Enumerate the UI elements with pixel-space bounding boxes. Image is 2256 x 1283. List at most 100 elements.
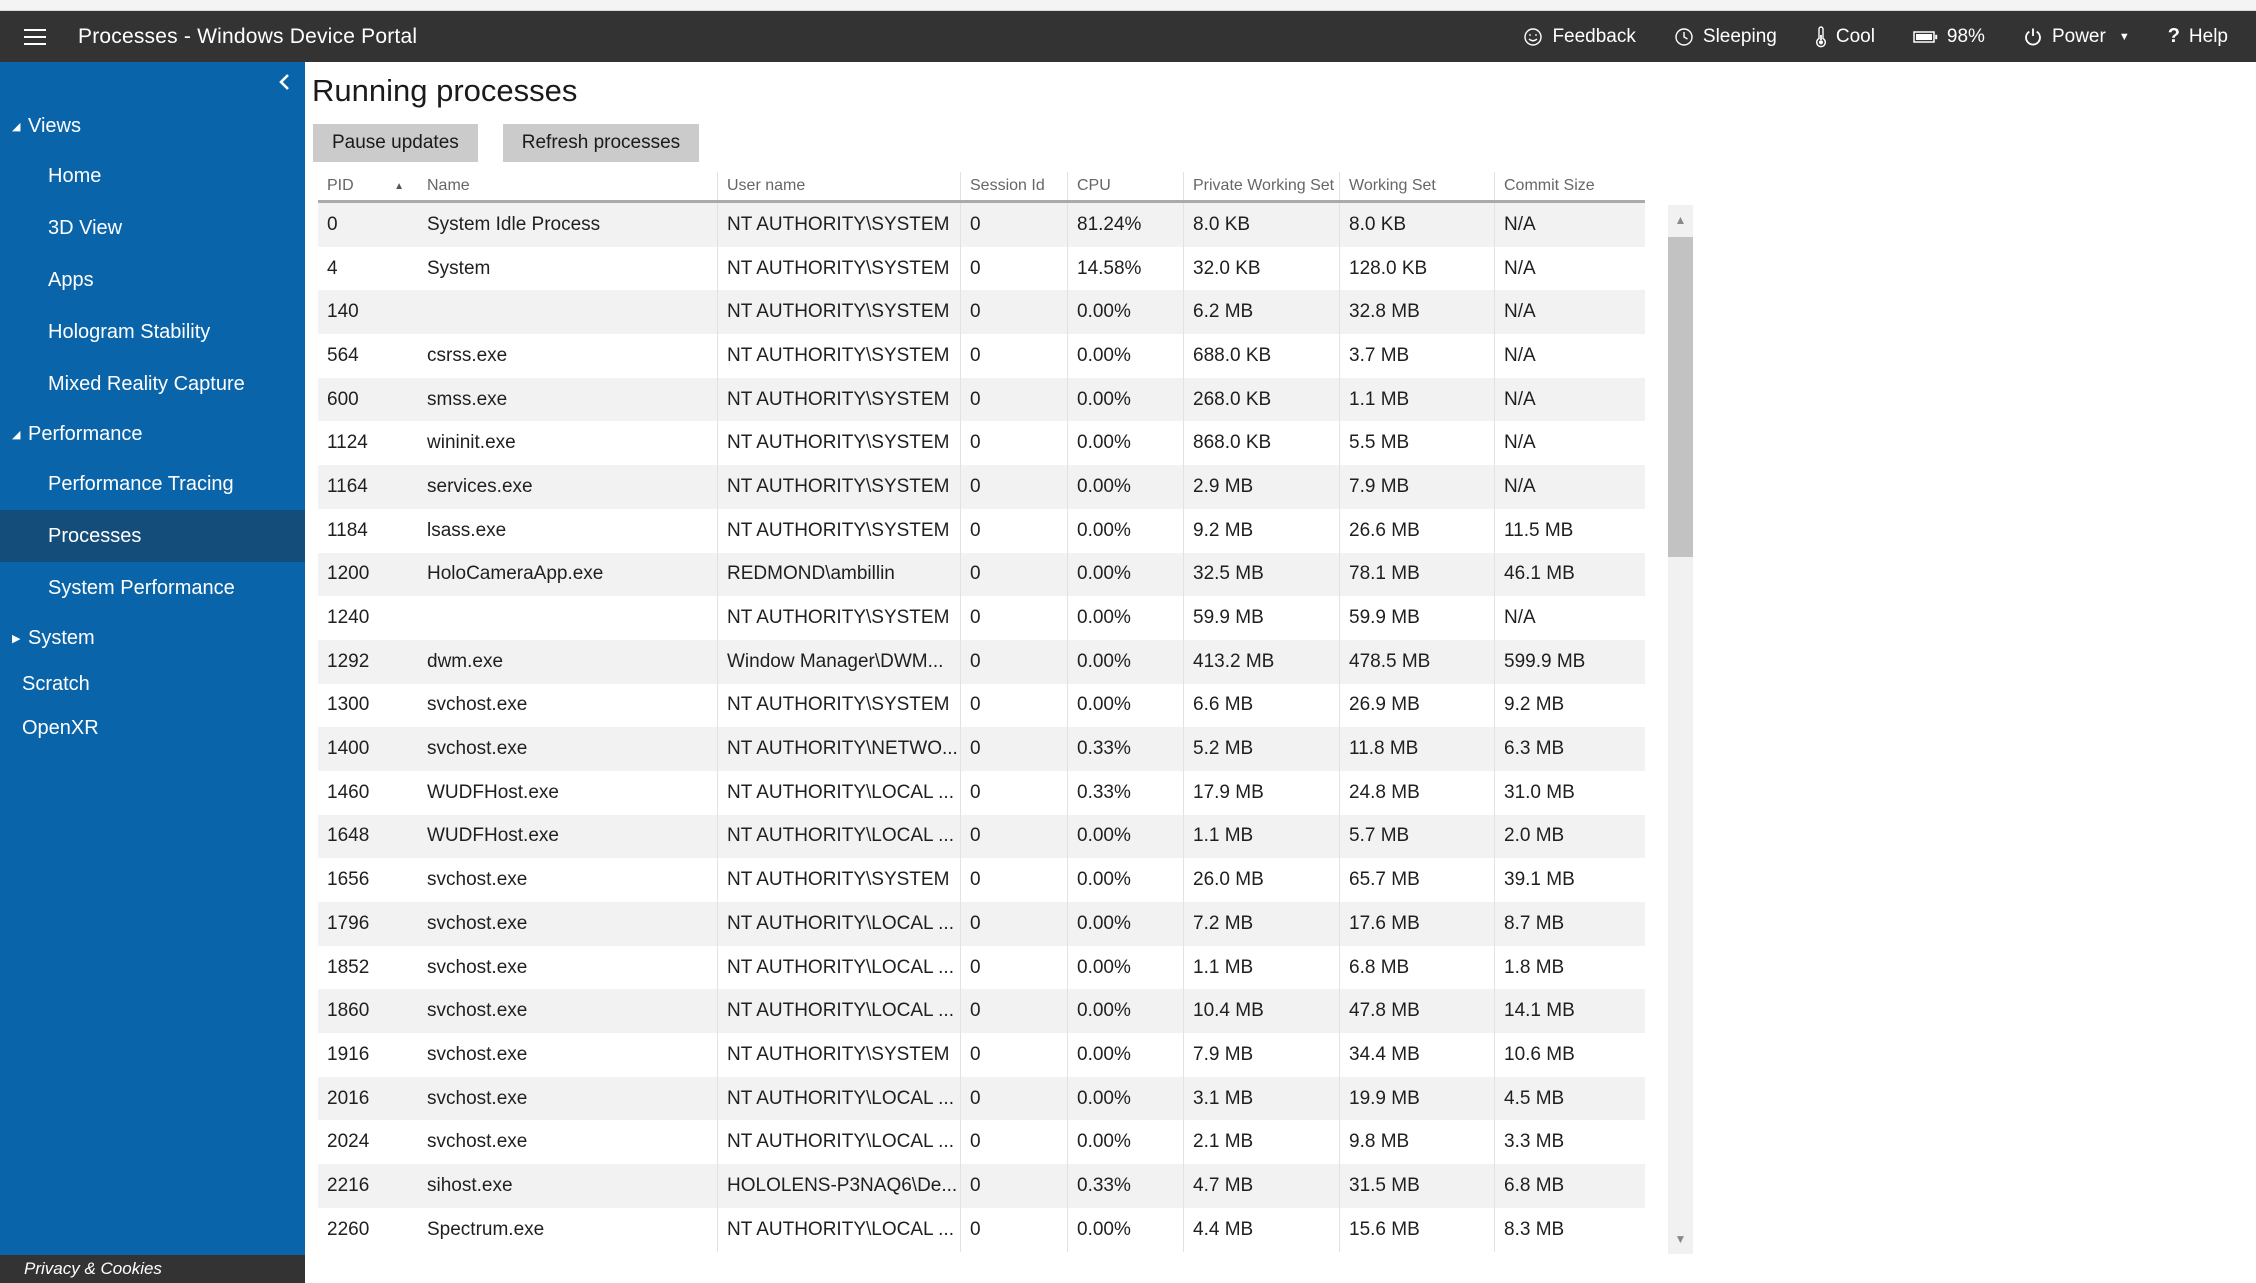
column-header-private-working-set[interactable]: Private Working Set bbox=[1184, 172, 1340, 200]
pause-updates-button[interactable]: Pause updates bbox=[313, 124, 478, 162]
table-row-pid-1852[interactable]: 1852 svchost.exe NT AUTHORITY\LOCAL ... 0 0.… bbox=[318, 945, 1645, 990]
cell-private-working-set: 268.0 KB bbox=[1184, 377, 1340, 422]
cell-name: WUDFHost.exe bbox=[418, 814, 718, 859]
column-header-name[interactable]: Name bbox=[418, 172, 718, 200]
sidebar-item-system-performance[interactable]: System Performance bbox=[0, 562, 305, 614]
table-header-row: PID ▲ Name User name Session Id CPU Private Wo… bbox=[318, 172, 1645, 203]
table-row-pid-2260[interactable]: 2260 Spectrum.exe NT AUTHORITY\LOCAL ... 0 0… bbox=[318, 1207, 1645, 1252]
column-header-cpu[interactable]: CPU bbox=[1068, 172, 1184, 200]
table-row-pid-1916[interactable]: 1916 svchost.exe NT AUTHORITY\SYSTEM 0 0.00%… bbox=[318, 1033, 1645, 1077]
cell-user-name: NT AUTHORITY\SYSTEM bbox=[718, 858, 961, 902]
cell-private-working-set: 688.0 KB bbox=[1184, 334, 1340, 378]
sidebar-item-label: Apps bbox=[48, 268, 94, 291]
cell-name: System Idle Process bbox=[418, 203, 718, 247]
cell-session-id: 0 bbox=[961, 902, 1068, 946]
help-button[interactable]: ? Help bbox=[2168, 25, 2228, 48]
thermal-status-button[interactable]: Cool bbox=[1815, 26, 1875, 48]
column-header-label: Session Id bbox=[970, 177, 1045, 194]
scrollbar-thumb[interactable] bbox=[1668, 237, 1693, 557]
table-row-pid-1240[interactable]: 1240 NT AUTHORITY\SYSTEM 0 0.00% 59.9 MB 59.9… bbox=[318, 596, 1645, 640]
sidebar-item-mixed-reality-capture[interactable]: Mixed Reality Capture bbox=[0, 358, 305, 410]
table-row-pid-1124[interactable]: 1124 wininit.exe NT AUTHORITY\SYSTEM 0 0.00%… bbox=[318, 421, 1645, 466]
cell-pid: 1852 bbox=[327, 956, 370, 978]
cell-session-id: 0 bbox=[961, 421, 1068, 466]
sidebar-item-performance[interactable]: ◢ Performance bbox=[0, 410, 305, 458]
cell-cpu: 0.00% bbox=[1068, 1120, 1184, 1165]
table-row-pid-4[interactable]: 4 System NT AUTHORITY\SYSTEM 0 14.58% 32.0 KB… bbox=[318, 246, 1645, 291]
table-row-pid-1656[interactable]: 1656 svchost.exe NT AUTHORITY\SYSTEM 0 0.00%… bbox=[318, 858, 1645, 902]
sidebar-item-apps[interactable]: Apps bbox=[0, 254, 305, 306]
cell-user-name: NT AUTHORITY\LOCAL ... bbox=[718, 989, 961, 1034]
cell-name: svchost.exe bbox=[418, 858, 718, 902]
cell-working-set: 26.6 MB bbox=[1340, 508, 1495, 553]
table-row-pid-1460[interactable]: 1460 WUDFHost.exe NT AUTHORITY\LOCAL ... 0 0… bbox=[318, 770, 1645, 815]
column-header-commit-size[interactable]: Commit Size bbox=[1495, 172, 1645, 200]
column-header-pid[interactable]: PID ▲ bbox=[318, 172, 418, 200]
cell-working-set: 6.8 MB bbox=[1340, 945, 1495, 990]
processes-table: PID ▲ Name User name Session Id CPU Private Wo… bbox=[318, 172, 1693, 1254]
refresh-processes-button[interactable]: Refresh processes bbox=[502, 124, 700, 162]
cell-session-id: 0 bbox=[961, 246, 1068, 291]
table-row-pid-1164[interactable]: 1164 services.exe NT AUTHORITY\SYSTEM 0 0.00… bbox=[318, 465, 1645, 509]
table-row-pid-140[interactable]: 140 NT AUTHORITY\SYSTEM 0 0.00% 6.2 MB 32.8 M… bbox=[318, 290, 1645, 335]
table-row-pid-1400[interactable]: 1400 svchost.exe NT AUTHORITY\NETWO... 0 0.3… bbox=[318, 727, 1645, 771]
power-menu-button[interactable]: Power ▼ bbox=[2023, 26, 2130, 48]
cell-user-name: NT AUTHORITY\SYSTEM bbox=[718, 508, 961, 553]
cell-cpu: 0.00% bbox=[1068, 290, 1184, 335]
table-row-pid-1860[interactable]: 1860 svchost.exe NT AUTHORITY\LOCAL ... 0 0.… bbox=[318, 989, 1645, 1034]
sidebar-item-label: Hologram Stability bbox=[48, 320, 211, 343]
table-row-pid-1200[interactable]: 1200 HoloCameraApp.exe REDMOND\ambillin 0 0.… bbox=[318, 552, 1645, 597]
sidebar-item-performance-tracing[interactable]: Performance Tracing bbox=[0, 458, 305, 510]
sleeping-status-button[interactable]: Sleeping bbox=[1674, 26, 1777, 48]
sidebar-item-label: System bbox=[28, 626, 95, 649]
cell-working-set: 24.8 MB bbox=[1340, 770, 1495, 815]
sidebar-item-label: Performance Tracing bbox=[48, 472, 234, 495]
table-row-pid-1184[interactable]: 1184 lsass.exe NT AUTHORITY\SYSTEM 0 0.00% 9.… bbox=[318, 508, 1645, 553]
chevron-left-icon[interactable] bbox=[277, 73, 291, 91]
cell-name: svchost.exe bbox=[418, 1120, 718, 1165]
table-row-pid-564[interactable]: 564 csrss.exe NT AUTHORITY\SYSTEM 0 0.00% 688… bbox=[318, 334, 1645, 378]
cell-cpu: 0.00% bbox=[1068, 465, 1184, 509]
cell-cpu: 0.00% bbox=[1068, 683, 1184, 728]
table-row-pid-1648[interactable]: 1648 WUDFHost.exe NT AUTHORITY\LOCAL ... 0 0… bbox=[318, 814, 1645, 859]
cell-private-working-set: 413.2 MB bbox=[1184, 639, 1340, 684]
battery-percent-label: 98% bbox=[1946, 25, 1985, 47]
table-row-pid-1796[interactable]: 1796 svchost.exe NT AUTHORITY\LOCAL ... 0 0.… bbox=[318, 902, 1645, 946]
cell-session-id: 0 bbox=[961, 290, 1068, 335]
sidebar-item-scratch[interactable]: Scratch bbox=[0, 662, 305, 706]
cell-pid: 1648 bbox=[327, 825, 370, 847]
sidebar-item-hologram-stability[interactable]: Hologram Stability bbox=[0, 306, 305, 358]
sidebar-item-views[interactable]: ◢ Views bbox=[0, 102, 305, 150]
cell-user-name: NT AUTHORITY\SYSTEM bbox=[718, 377, 961, 422]
feedback-button[interactable]: Feedback bbox=[1523, 26, 1636, 48]
column-header-label: User name bbox=[727, 177, 806, 194]
cell-cpu: 0.00% bbox=[1068, 858, 1184, 902]
scroll-down-arrow-icon[interactable]: ▼ bbox=[1668, 1224, 1693, 1254]
table-row-pid-1292[interactable]: 1292 dwm.exe Window Manager\DWM... 0 0.00% 41… bbox=[318, 639, 1645, 684]
cell-pid: 140 bbox=[327, 301, 359, 323]
column-header-user-name[interactable]: User name bbox=[718, 172, 961, 200]
table-row-pid-1300[interactable]: 1300 svchost.exe NT AUTHORITY\SYSTEM 0 0.00%… bbox=[318, 683, 1645, 728]
table-row-pid-600[interactable]: 600 smss.exe NT AUTHORITY\SYSTEM 0 0.00% 268.… bbox=[318, 377, 1645, 422]
battery-status[interactable]: 98% bbox=[1913, 26, 1985, 48]
table-row-pid-2024[interactable]: 2024 svchost.exe NT AUTHORITY\LOCAL ... 0 0.… bbox=[318, 1120, 1645, 1165]
column-header-working-set[interactable]: Working Set bbox=[1340, 172, 1495, 200]
sidebar-item-system[interactable]: ▶ System bbox=[0, 614, 305, 662]
table-row-pid-2216[interactable]: 2216 sihost.exe HOLOLENS-P3NAQ6\De... 0 0.33… bbox=[318, 1164, 1645, 1208]
column-header-session-id[interactable]: Session Id bbox=[961, 172, 1068, 200]
table-row-pid-0[interactable]: 0 System Idle Process NT AUTHORITY\SYSTEM 0… bbox=[318, 203, 1645, 247]
cell-commit-size: 9.2 MB bbox=[1504, 694, 1565, 716]
hamburger-menu-icon[interactable] bbox=[22, 25, 48, 49]
sidebar-item-home[interactable]: Home bbox=[0, 150, 305, 202]
cell-working-set: 7.9 MB bbox=[1340, 465, 1495, 509]
scroll-up-arrow-icon[interactable]: ▲ bbox=[1668, 205, 1693, 235]
cell-name: svchost.exe bbox=[418, 727, 718, 771]
vertical-scrollbar[interactable]: ▲ ▼ bbox=[1668, 205, 1693, 1254]
table-row-pid-2016[interactable]: 2016 svchost.exe NT AUTHORITY\LOCAL ... 0 0.… bbox=[318, 1076, 1645, 1121]
privacy-cookies-link[interactable]: Privacy & Cookies bbox=[0, 1255, 305, 1283]
expanded-triangle-icon: ◢ bbox=[12, 428, 21, 441]
sidebar-item-processes[interactable]: Processes bbox=[0, 510, 305, 562]
cell-cpu: 0.00% bbox=[1068, 902, 1184, 946]
sidebar-item-openxr[interactable]: OpenXR bbox=[0, 706, 305, 750]
sidebar-item-3d-view[interactable]: 3D View bbox=[0, 202, 305, 254]
